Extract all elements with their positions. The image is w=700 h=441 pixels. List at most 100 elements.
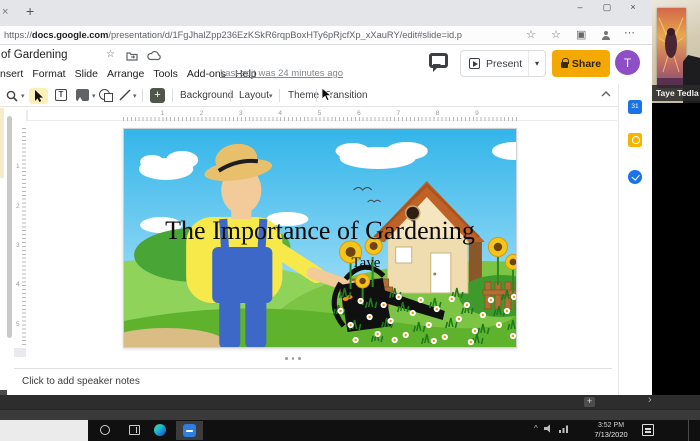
keep-icon[interactable] bbox=[628, 133, 642, 147]
menu-insert[interactable]: nsert bbox=[0, 68, 23, 80]
volume-icon[interactable] bbox=[544, 424, 553, 433]
v-ruler-number: 1 bbox=[16, 163, 20, 170]
url-text[interactable]: https://docs.google.com/presentation/d/1… bbox=[4, 30, 474, 40]
add-page-icon[interactable]: + bbox=[584, 397, 595, 407]
cloud-status-icon[interactable] bbox=[147, 51, 161, 61]
ruler-corner-bottom bbox=[14, 348, 26, 357]
h-ruler-number: 4 bbox=[278, 110, 282, 117]
vertical-ruler: 12345 bbox=[14, 122, 26, 348]
slide-author-text[interactable]: Taye bbox=[342, 255, 390, 272]
v-ruler-number: 5 bbox=[16, 321, 20, 328]
zoom-caret-icon[interactable]: ▾ bbox=[21, 92, 25, 100]
zoom-tool-icon[interactable] bbox=[6, 90, 18, 102]
action-center-icon[interactable] bbox=[642, 424, 654, 436]
active-app-slot[interactable] bbox=[176, 421, 203, 440]
comment-history-icon[interactable] bbox=[429, 53, 448, 68]
window-maximize-button[interactable]: ▢ bbox=[598, 2, 616, 13]
browser-menu-icon[interactable]: ⋯ bbox=[624, 26, 635, 39]
video-participant-tile[interactable]: Taye Tedla bbox=[652, 0, 700, 395]
cursor-arrow-icon bbox=[34, 90, 44, 102]
h-ruler-number: 2 bbox=[200, 110, 204, 117]
h-ruler-number: 6 bbox=[357, 110, 361, 117]
textbox-tool-button[interactable]: T bbox=[55, 89, 67, 101]
image-caret-icon[interactable]: ▾ bbox=[92, 92, 96, 100]
v-ruler-number: 3 bbox=[16, 242, 20, 249]
h-ruler-number: 1 bbox=[160, 110, 164, 117]
shape-tool-button[interactable] bbox=[99, 89, 110, 100]
collapse-toolbar-icon[interactable] bbox=[600, 90, 612, 98]
select-tool-button[interactable] bbox=[29, 88, 48, 104]
notes-resize-handle[interactable] bbox=[285, 357, 305, 361]
present-dropdown[interactable]: ▾ bbox=[528, 51, 545, 76]
network-icon[interactable] bbox=[559, 424, 569, 433]
screen: × + – ▢ × https://docs.google.com/presen… bbox=[0, 0, 700, 441]
filmstrip-scrollbar[interactable] bbox=[7, 116, 12, 338]
windows-taskbar: ^ 3:52 PM 7/13/2020 bbox=[0, 420, 700, 441]
document-title[interactable]: of Gardening bbox=[1, 49, 68, 61]
layout-button[interactable]: Layout bbox=[239, 90, 269, 101]
browser-tab-bar: × + – ▢ × bbox=[0, 0, 700, 26]
bookmark-star-icon[interactable]: ☆ bbox=[526, 28, 536, 41]
vertical-ruler-ticks: 12345 bbox=[14, 128, 26, 348]
lock-icon bbox=[561, 62, 568, 68]
url-path: /presentation/d/1FgJhalZpp236EzKSkR6rqpB… bbox=[108, 30, 462, 40]
participant-name-label: Taye Tedla bbox=[652, 85, 700, 101]
image-tool-button[interactable] bbox=[76, 89, 89, 101]
tray-chevron-icon[interactable]: ^ bbox=[534, 424, 538, 433]
background-button[interactable]: Background bbox=[180, 90, 233, 101]
menu-bar: nsert Format Slide Arrange Tools Add-ons… bbox=[0, 66, 257, 82]
horizontal-ruler-ticks: 123456789 bbox=[123, 110, 517, 121]
browser-address-bar[interactable]: https://docs.google.com/presentation/d/1… bbox=[0, 26, 700, 45]
horizontal-ruler: 123456789 bbox=[28, 110, 617, 121]
chevron-right-icon[interactable]: › bbox=[648, 394, 652, 406]
slide-title-text[interactable]: The Importance of Gardening bbox=[124, 216, 516, 246]
present-button[interactable]: Present ▾ bbox=[460, 50, 546, 77]
app-bar-upper: + › bbox=[0, 395, 700, 409]
line-tool-button[interactable] bbox=[119, 89, 131, 101]
slide-canvas-area: 123456789 12345 bbox=[0, 107, 617, 368]
active-app-icon bbox=[183, 424, 196, 437]
taskbar-clock[interactable]: 3:52 PM 7/13/2020 bbox=[584, 422, 638, 439]
account-avatar[interactable]: T bbox=[615, 50, 640, 75]
present-play-icon bbox=[469, 58, 480, 69]
h-ruler-number: 3 bbox=[239, 110, 243, 117]
last-edit-link[interactable]: Last edit was 24 minutes ago bbox=[220, 68, 343, 79]
line-caret-icon[interactable]: ▾ bbox=[133, 92, 137, 100]
window-minimize-button[interactable]: – bbox=[571, 2, 589, 12]
cortana-icon[interactable] bbox=[100, 425, 110, 435]
task-view-icon[interactable] bbox=[129, 425, 140, 435]
menu-slide[interactable]: Slide bbox=[75, 68, 98, 80]
new-tab-button[interactable]: + bbox=[26, 3, 34, 19]
system-tray[interactable]: ^ bbox=[534, 424, 569, 433]
favorites-icon[interactable]: ☆ bbox=[551, 28, 561, 41]
profile-icon[interactable] bbox=[600, 30, 611, 41]
present-label: Present bbox=[486, 58, 522, 70]
annotate-plus-button[interactable]: + bbox=[150, 88, 165, 103]
speaker-notes-placeholder[interactable]: Click to add speaker notes bbox=[22, 376, 140, 387]
desktop-corner bbox=[0, 420, 88, 441]
edge-browser-icon[interactable] bbox=[154, 424, 166, 436]
h-ruler-number: 7 bbox=[396, 110, 400, 117]
menu-arrange[interactable]: Arrange bbox=[107, 68, 144, 80]
tasks-icon[interactable] bbox=[628, 170, 642, 184]
theme-button[interactable]: Theme bbox=[288, 90, 319, 101]
menu-tools[interactable]: Tools bbox=[153, 68, 178, 80]
google-side-panel: 31 bbox=[618, 84, 652, 395]
layout-caret-icon[interactable]: ▾ bbox=[269, 92, 273, 100]
filmstrip-edge bbox=[0, 108, 4, 178]
window-close-button[interactable]: × bbox=[624, 2, 642, 12]
menu-format[interactable]: Format bbox=[32, 68, 65, 80]
collections-icon[interactable]: ▣ bbox=[576, 28, 586, 41]
move-folder-icon[interactable] bbox=[126, 51, 138, 61]
speaker-notes-panel[interactable]: Click to add speaker notes bbox=[14, 368, 612, 395]
share-label: Share bbox=[572, 58, 601, 70]
tab-close-icon[interactable]: × bbox=[2, 6, 8, 18]
h-ruler-number: 8 bbox=[436, 110, 440, 117]
share-button[interactable]: Share bbox=[552, 50, 610, 77]
h-ruler-number: 5 bbox=[318, 110, 322, 117]
star-document-icon[interactable]: ☆ bbox=[106, 49, 115, 60]
calendar-icon[interactable]: 31 bbox=[628, 100, 642, 114]
show-desktop-divider[interactable] bbox=[688, 420, 689, 441]
mouse-cursor bbox=[321, 87, 333, 102]
slide-editor[interactable]: The Importance of Gardening Taye bbox=[123, 128, 517, 348]
